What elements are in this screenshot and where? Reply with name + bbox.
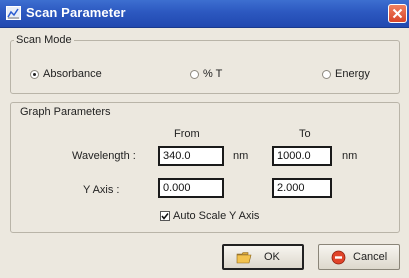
radio-dot-selected bbox=[30, 69, 39, 79]
stop-icon bbox=[331, 250, 346, 265]
ok-button[interactable]: OK bbox=[222, 244, 304, 270]
radio-dot bbox=[190, 69, 199, 79]
scan-mode-label: Scan Mode bbox=[14, 34, 74, 46]
scan-mode-group bbox=[10, 40, 400, 94]
wavelength-to-input[interactable] bbox=[272, 146, 332, 166]
wavelength-to-unit: nm bbox=[342, 150, 358, 162]
ok-label: OK bbox=[264, 251, 280, 263]
checkmark-icon bbox=[161, 213, 169, 220]
cancel-label: Cancel bbox=[353, 251, 388, 263]
auto-scale-label: Auto Scale Y Axis bbox=[173, 210, 260, 222]
dialog-body: Scan Mode Absorbance % T Energy Graph Pa… bbox=[0, 28, 409, 278]
auto-scale-checkbox[interactable]: Auto Scale Y Axis bbox=[160, 210, 259, 222]
y-axis-label: Y Axis : bbox=[83, 184, 120, 196]
radio-energy-label: Energy bbox=[335, 68, 370, 80]
radio-percent-t-label: % T bbox=[203, 68, 223, 80]
radio-energy[interactable]: Energy bbox=[322, 68, 370, 80]
checkbox-box bbox=[160, 211, 170, 221]
chart-icon bbox=[6, 6, 21, 20]
close-button[interactable] bbox=[388, 4, 407, 23]
folder-icon bbox=[236, 252, 252, 264]
radio-percent-t[interactable]: % T bbox=[190, 68, 222, 80]
cancel-button[interactable]: Cancel bbox=[318, 244, 400, 270]
title-bar[interactable]: Scan Parameter bbox=[0, 0, 409, 28]
from-header: From bbox=[174, 128, 200, 140]
y-axis-to-input[interactable] bbox=[272, 178, 332, 198]
wavelength-label: Wavelength : bbox=[72, 150, 136, 162]
wavelength-from-input[interactable] bbox=[158, 146, 224, 166]
radio-dot bbox=[322, 69, 331, 79]
radio-absorbance[interactable]: Absorbance bbox=[30, 68, 102, 80]
to-header: To bbox=[299, 128, 311, 140]
graph-parameters-label: Graph Parameters bbox=[20, 106, 111, 118]
close-icon bbox=[392, 8, 403, 19]
y-axis-from-input[interactable] bbox=[158, 178, 224, 198]
wavelength-from-unit: nm bbox=[233, 150, 249, 162]
window-title: Scan Parameter bbox=[26, 5, 126, 20]
radio-absorbance-label: Absorbance bbox=[43, 68, 102, 80]
